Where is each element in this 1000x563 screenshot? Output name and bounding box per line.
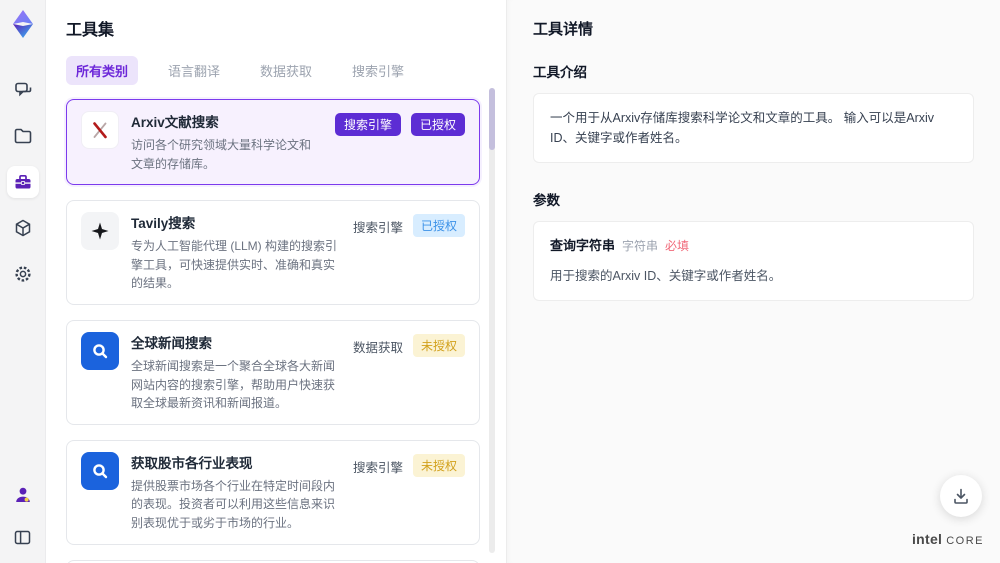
category-tabs: 所有类别 语言翻译 数据获取 搜索引擎 [66,56,480,85]
params-heading: 参数 [533,193,560,208]
sidebar-bottom [7,479,39,553]
auth-status-badge: 未授权 [412,453,465,477]
tool-name: Tavily搜索 [131,216,196,232]
auth-status-badge: 已授权 [410,113,465,136]
list-scrollbar-thumb[interactable] [489,88,495,150]
arxiv-logo-icon [81,111,119,149]
settings-icon [13,264,33,284]
sidebar-item-packages[interactable] [7,212,39,244]
tool-description: 全球新闻搜索是一个聚合全球各大新闻网站内容的搜索引擎，帮助用户快速获取全球最新资… [131,358,336,411]
tab-language-translation[interactable]: 语言翻译 [158,56,230,85]
list-scrollbar[interactable] [489,88,495,553]
sidebar-item-settings[interactable] [7,258,39,290]
panel-toggle-icon [13,528,32,547]
category-label: 搜索引擎 [352,221,403,236]
tab-search-engine[interactable]: 搜索引擎 [342,56,414,85]
tool-description: 提供股票市场各个行业在特定时间段内的表现。投资者可以利用这些信息来识别表现优于或… [131,478,336,530]
tab-data-acquisition[interactable]: 数据获取 [250,56,322,85]
download-button[interactable] [940,475,982,517]
sidebar-item-tools[interactable] [6,166,39,198]
auth-status-badge: 未授权 [412,333,465,357]
sidebar-item-files[interactable] [7,120,39,152]
chat-icon [13,80,33,100]
param-name: 查询字符串 [550,238,616,253]
user-avatar-button[interactable] [7,479,39,511]
category-label: 搜索引擎 [352,460,403,475]
tool-list-panel: 工具集 所有类别 语言翻译 数据获取 搜索引擎 Arxiv文献搜索 访问各个研究… [46,0,506,563]
tool-card-tavily[interactable]: Tavily搜索 专为人工智能代理 (LLM) 构建的搜索引擎工具，可快速提供实… [66,200,480,305]
param-card: 查询字符串 字符串 必填 用于搜索的Arxiv ID、关键字或作者姓名。 [533,221,974,301]
brand-core: CORE [946,535,984,547]
tool-list: Arxiv文献搜索 访问各个研究领域大量科学论文和文章的存储库。 搜索引擎 已授… [66,99,480,563]
intel-core-logo: intel CORE [912,531,984,547]
intro-text-box: 一个用于从Arxiv存储库搜索科学论文和文章的工具。 输入可以是Arxiv ID… [533,93,974,163]
folder-icon [13,126,33,146]
global-news-icon [81,331,119,370]
param-required-label: 必填 [665,239,690,253]
tool-name: 全球新闻搜索 [131,335,212,351]
sidebar-nav [6,74,39,290]
cube-icon [13,218,33,238]
tool-card-global-news[interactable]: 全球新闻搜索 全球新闻搜索是一个聚合全球各大新闻网站内容的搜索引擎，帮助用户快速… [66,319,480,425]
tool-card-stock-sector[interactable]: 获取股市各行业表现 提供股票市场各个行业在特定时间段内的表现。投资者可以利用这些… [66,439,480,545]
collapse-sidebar-button[interactable] [7,521,39,553]
toolbox-icon [13,172,33,192]
page-title: 工具集 [66,22,115,39]
intro-text: 一个用于从Arxiv存储库搜索科学论文和文章的工具。 输入可以是Arxiv ID… [550,111,935,145]
sidebar-rail [0,0,46,563]
param-description: 用于搜索的Arxiv ID、关键字或作者姓名。 [550,268,782,283]
download-icon [951,486,971,506]
tool-card-active-stocks[interactable]: 获取市场最活跃股票信息 提供当天交易量最高的股票列表，投资者可以利用这些信息来识… [66,559,480,563]
sidebar-item-chat[interactable] [7,74,39,106]
tool-name: 获取股市各行业表现 [131,455,253,471]
tool-description: 访问各个研究领域大量科学论文和文章的存储库。 [131,138,312,171]
brand-intel: intel [911,531,943,547]
tool-card-arxiv[interactable]: Arxiv文献搜索 访问各个研究领域大量科学论文和文章的存储库。 搜索引擎 已授… [66,99,480,186]
app-logo [7,8,39,40]
intro-heading: 工具介绍 [533,65,587,80]
tavily-star-icon [81,212,119,251]
stock-sector-icon [81,451,119,490]
avatar-icon [13,485,33,505]
auth-status-badge: 已授权 [412,214,465,238]
tab-all-categories[interactable]: 所有类别 [66,56,139,85]
category-badge: 搜索引擎 [334,113,401,136]
category-label: 数据获取 [352,340,403,355]
detail-title: 工具详情 [533,21,594,38]
tool-detail-panel: 工具详情 工具介绍 一个用于从Arxiv存储库搜索科学论文和文章的工具。 输入可… [506,0,1000,563]
tool-name: Arxiv文献搜索 [131,115,219,130]
tool-description: 专为人工智能代理 (LLM) 构建的搜索引擎工具，可快速提供实时、准确和真实的结… [131,239,338,291]
param-type: 字符串 [622,239,659,253]
